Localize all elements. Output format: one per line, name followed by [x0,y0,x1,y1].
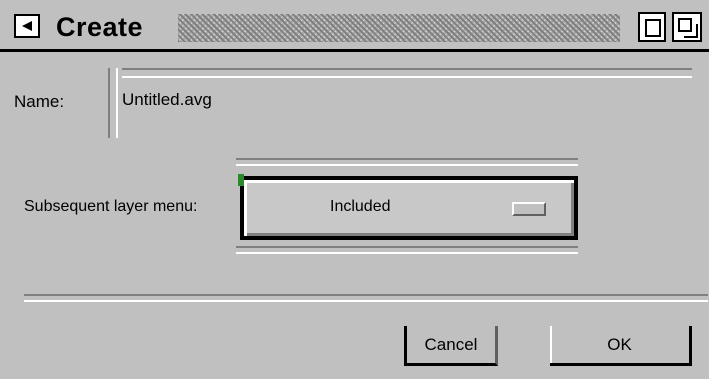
name-input[interactable] [122,90,422,110]
collapse-icon[interactable] [672,12,702,42]
title-drag-area[interactable] [178,14,620,42]
option-menu-indicator-icon [512,202,546,216]
focus-indicator [238,174,244,186]
name-field-border-left [108,68,118,138]
ok-button[interactable]: OK [550,326,692,366]
zoom-icon[interactable] [638,12,666,42]
cancel-button[interactable]: Cancel [404,326,498,366]
name-field-border-top [122,68,692,78]
close-icon[interactable] [14,14,40,38]
title-bar[interactable]: Create [0,0,709,52]
subsequent-layer-menu-label: Subsequent layer menu: [24,198,198,215]
option-frame-line-top [236,158,578,166]
subsequent-layer-option-menu[interactable]: Included [238,174,578,240]
option-menu-value: Included [330,198,391,215]
name-label: Name: [14,92,65,111]
window-title: Create [56,12,144,42]
separator [24,294,708,302]
option-frame-line-bottom [236,246,578,254]
